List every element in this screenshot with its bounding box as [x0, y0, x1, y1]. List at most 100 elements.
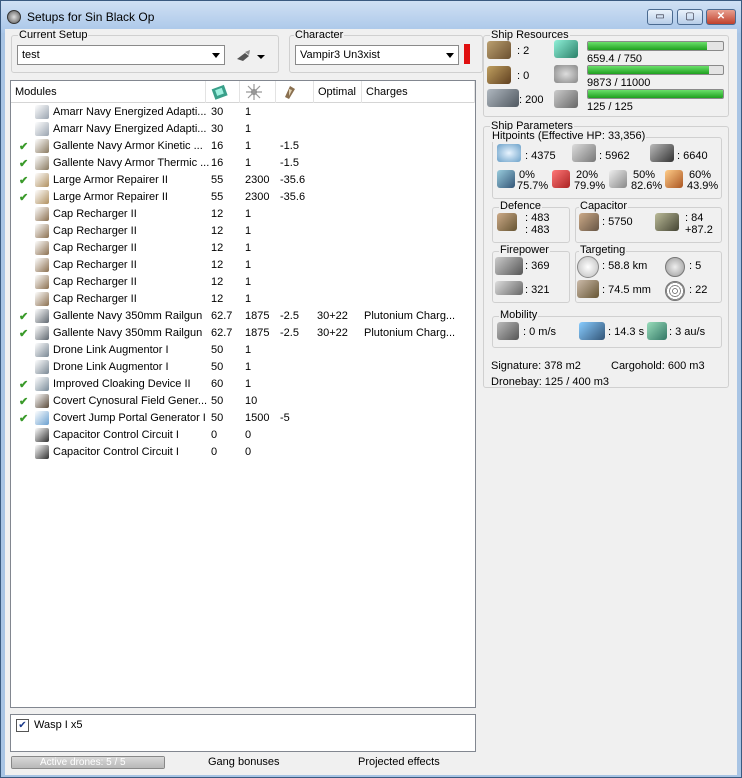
character-label: Character [294, 29, 345, 41]
drone-bandwidth-bar-fill [588, 90, 723, 98]
column-header-cpu[interactable] [206, 81, 240, 103]
table-row[interactable]: ✔ Large Armor Repairer II 55 2300 -35.6 [11, 189, 475, 206]
column-header-capacitor[interactable] [276, 81, 314, 103]
column-header-modules[interactable]: Modules [11, 81, 206, 103]
modules-header: Modules Optimal Charges [11, 81, 475, 103]
table-row[interactable]: Capacitor Control Circuit I 0 0 [11, 427, 475, 444]
module-cpu: 0 [211, 446, 218, 458]
powergrid-bar-fill [588, 66, 710, 74]
column-header-charges[interactable]: Charges [362, 81, 475, 103]
maximize-button[interactable]: ▢ [677, 9, 703, 25]
module-active-check[interactable]: ✔ [19, 140, 28, 153]
cargohold-value: Cargohold: 600 m3 [611, 360, 705, 372]
module-name: Amarr Navy Energized Adapti... [53, 123, 207, 135]
module-powergrid: 1875 [245, 327, 270, 339]
table-row[interactable]: ✔ Gallente Navy 350mm Railgun 62.7 1875 -2.5… [11, 308, 475, 325]
kinetic-resist-icon [609, 170, 627, 188]
table-row[interactable]: ✔ Gallente Navy Armor Thermic ... 16 1 -1.5 [11, 155, 475, 172]
turret-hardpoints-value: : 2 [517, 45, 530, 57]
drone-checkbox[interactable]: ✔ [16, 719, 29, 732]
table-row[interactable]: Cap Recharger II 12 1 [11, 291, 475, 308]
active-drones-text: Active drones: 5 / 5 [40, 757, 126, 768]
structure-icon [650, 144, 674, 162]
table-row[interactable]: Drone Link Augmentor I 50 1 [11, 342, 475, 359]
table-row[interactable]: ✔ Covert Cynosural Field Gener... 50 10 [11, 393, 475, 410]
table-row[interactable]: Capacitor Control Circuit I 0 0 [11, 444, 475, 461]
drone-bandwidth-value: : 200 [519, 94, 544, 106]
module-name: Gallente Navy 350mm Railgun [53, 327, 203, 339]
setup-dropdown[interactable]: test [17, 45, 225, 65]
module-active-check[interactable]: ✔ [19, 395, 28, 408]
setup-tools-button[interactable] [235, 48, 265, 64]
module-powergrid: 1 [245, 225, 252, 237]
table-row[interactable]: Cap Recharger II 12 1 [11, 223, 475, 240]
table-row[interactable]: Amarr Navy Energized Adapti... 30 1 [11, 121, 475, 138]
module-cpu: 55 [211, 191, 224, 203]
scan-resolution-value: : 74.5 mm [602, 284, 651, 296]
module-cpu: 60 [211, 378, 224, 390]
module-name: Capacitor Control Circuit I [53, 429, 179, 441]
projected-effects-link[interactable]: Projected effects [358, 756, 440, 768]
module-icon [35, 292, 49, 306]
module-powergrid: 1 [245, 378, 252, 390]
main-window: Setups for Sin Black Op ▭ ▢ ✕ Current Se… [0, 0, 742, 778]
table-row[interactable]: ✔ Gallente Navy 350mm Railgun 62.7 1875 -2.5… [11, 325, 475, 342]
targeting-label: Targeting [579, 244, 627, 256]
module-cpu: 12 [211, 242, 224, 254]
table-row[interactable]: Cap Recharger II 12 1 [11, 206, 475, 223]
cpu-value: 659.4 / 750 [587, 53, 643, 65]
module-icon [35, 173, 49, 187]
powergrid-bar [587, 65, 724, 75]
character-dropdown[interactable]: Vampir3 Un3xist [295, 45, 459, 65]
module-name: Covert Cynosural Field Gener... [53, 395, 208, 407]
module-icon [35, 394, 49, 408]
module-active-check[interactable]: ✔ [19, 378, 28, 391]
module-name: Improved Cloaking Device II [53, 378, 191, 390]
module-active-check[interactable]: ✔ [19, 174, 28, 187]
drone-bandwidth-usage: 125 / 125 [587, 101, 633, 113]
module-cpu: 50 [211, 344, 224, 356]
table-row[interactable]: Drone Link Augmentor I 50 1 [11, 359, 475, 376]
module-cpu: 62.7 [211, 327, 233, 339]
structure-hp-value: : 6640 [677, 150, 708, 162]
module-name: Cap Recharger II [53, 225, 137, 237]
column-header-powergrid[interactable] [240, 81, 276, 103]
setup-value: test [22, 49, 40, 61]
module-active-check[interactable]: ✔ [19, 157, 28, 170]
explosive-resist-icon [665, 170, 683, 188]
module-powergrid: 1 [245, 259, 252, 271]
table-row[interactable]: ✔ Large Armor Repairer II 55 2300 -35.6 [11, 172, 475, 189]
module-icon [35, 258, 49, 272]
table-row[interactable]: Cap Recharger II 12 1 [11, 240, 475, 257]
table-row[interactable]: ✔ Improved Cloaking Device II 60 1 [11, 376, 475, 393]
chevron-down-icon [446, 53, 454, 58]
module-icon [35, 411, 49, 425]
gang-bonuses-link[interactable]: Gang bonuses [208, 756, 280, 768]
module-powergrid: 2300 [245, 174, 270, 186]
turret-dps-icon [495, 257, 523, 275]
table-row[interactable]: Cap Recharger II 12 1 [11, 257, 475, 274]
module-active-check[interactable]: ✔ [19, 327, 28, 340]
minimize-button[interactable]: ▭ [647, 9, 673, 25]
close-button[interactable]: ✕ [706, 9, 736, 25]
repair-icon [497, 213, 517, 231]
module-optimal: 30+22 [317, 310, 348, 322]
module-active-check[interactable]: ✔ [19, 412, 28, 425]
module-icon [35, 275, 49, 289]
module-active-check[interactable]: ✔ [19, 191, 28, 204]
module-active-check[interactable]: ✔ [19, 310, 28, 323]
table-row[interactable]: Amarr Navy Energized Adapti... 30 1 [11, 104, 475, 121]
module-cpu: 12 [211, 225, 224, 237]
module-cpu: 50 [211, 361, 224, 373]
table-row[interactable]: ✔ Gallente Navy Armor Kinetic ... 16 1 -1.5 [11, 138, 475, 155]
module-cpu: 16 [211, 140, 224, 152]
module-powergrid: 1 [245, 106, 252, 118]
window-title: Setups for Sin Black Op [27, 10, 155, 24]
module-charges: Plutonium Charg... [364, 327, 456, 339]
column-header-optimal[interactable]: Optimal [314, 81, 362, 103]
table-row[interactable]: ✔ Covert Jump Portal Generator I 50 1500 -5 [11, 410, 475, 427]
module-capacitor: -35.6 [280, 191, 306, 203]
module-powergrid: 1 [245, 123, 252, 135]
table-row[interactable]: Cap Recharger II 12 1 [11, 274, 475, 291]
modules-list[interactable]: Modules Optimal Charges Amarr Navy Energ… [10, 80, 476, 708]
